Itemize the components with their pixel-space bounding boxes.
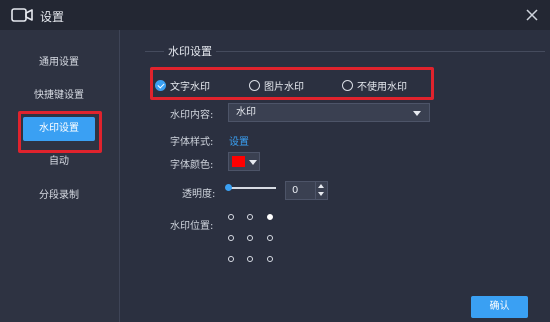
highlight-box-sidebar xyxy=(18,111,102,153)
close-icon[interactable] xyxy=(524,7,540,23)
sidebar-item-segment-record[interactable]: 分段录制 xyxy=(20,186,98,206)
stepper-buttons xyxy=(315,182,327,199)
sidebar-item-hotkeys[interactable]: 快捷键设置 xyxy=(20,86,98,106)
video-camera-icon xyxy=(11,8,33,22)
position-top-right[interactable] xyxy=(267,214,273,220)
window-title: 设置 xyxy=(40,10,65,24)
sidebar-item-general[interactable]: 通用设置 xyxy=(20,53,98,73)
position-top-left[interactable] xyxy=(228,214,234,220)
group-title: 水印设置 xyxy=(164,43,216,59)
position-middle-left[interactable] xyxy=(228,235,234,241)
opacity-label: 透明度: xyxy=(182,189,216,200)
position-label: 水印位置: xyxy=(170,221,214,232)
style-label: 字体样式: xyxy=(170,137,214,148)
highlight-box-radios xyxy=(150,67,434,100)
chevron-down-icon xyxy=(413,111,421,116)
position-middle-right[interactable] xyxy=(267,235,273,241)
color-swatch xyxy=(232,156,245,167)
sidebar-item-auto[interactable]: 自动 xyxy=(20,152,98,172)
color-label: 字体颜色: xyxy=(170,160,214,171)
opacity-value: 0 xyxy=(292,185,299,196)
content-label: 水印内容: xyxy=(170,110,214,121)
content-select-value: 水印 xyxy=(236,107,256,118)
content-select[interactable]: 水印 xyxy=(228,103,430,122)
stepper-up-icon[interactable] xyxy=(318,184,324,188)
font-style-settings-link[interactable]: 设置 xyxy=(229,133,249,148)
position-top-center[interactable] xyxy=(247,214,253,220)
opacity-slider-handle[interactable] xyxy=(225,184,232,191)
position-bottom-right[interactable] xyxy=(267,256,273,262)
position-bottom-left[interactable] xyxy=(228,256,234,262)
settings-sidebar xyxy=(0,30,119,322)
position-middle-center[interactable] xyxy=(247,235,253,241)
title-bar xyxy=(0,0,550,30)
confirm-button[interactable]: 确认 xyxy=(471,296,528,318)
opacity-stepper[interactable]: 0 xyxy=(285,181,328,200)
position-bottom-center[interactable] xyxy=(247,256,253,262)
font-color-picker[interactable] xyxy=(228,152,260,171)
stepper-down-icon[interactable] xyxy=(318,192,324,196)
opacity-slider-track[interactable] xyxy=(228,187,276,189)
chevron-down-icon xyxy=(249,160,257,165)
